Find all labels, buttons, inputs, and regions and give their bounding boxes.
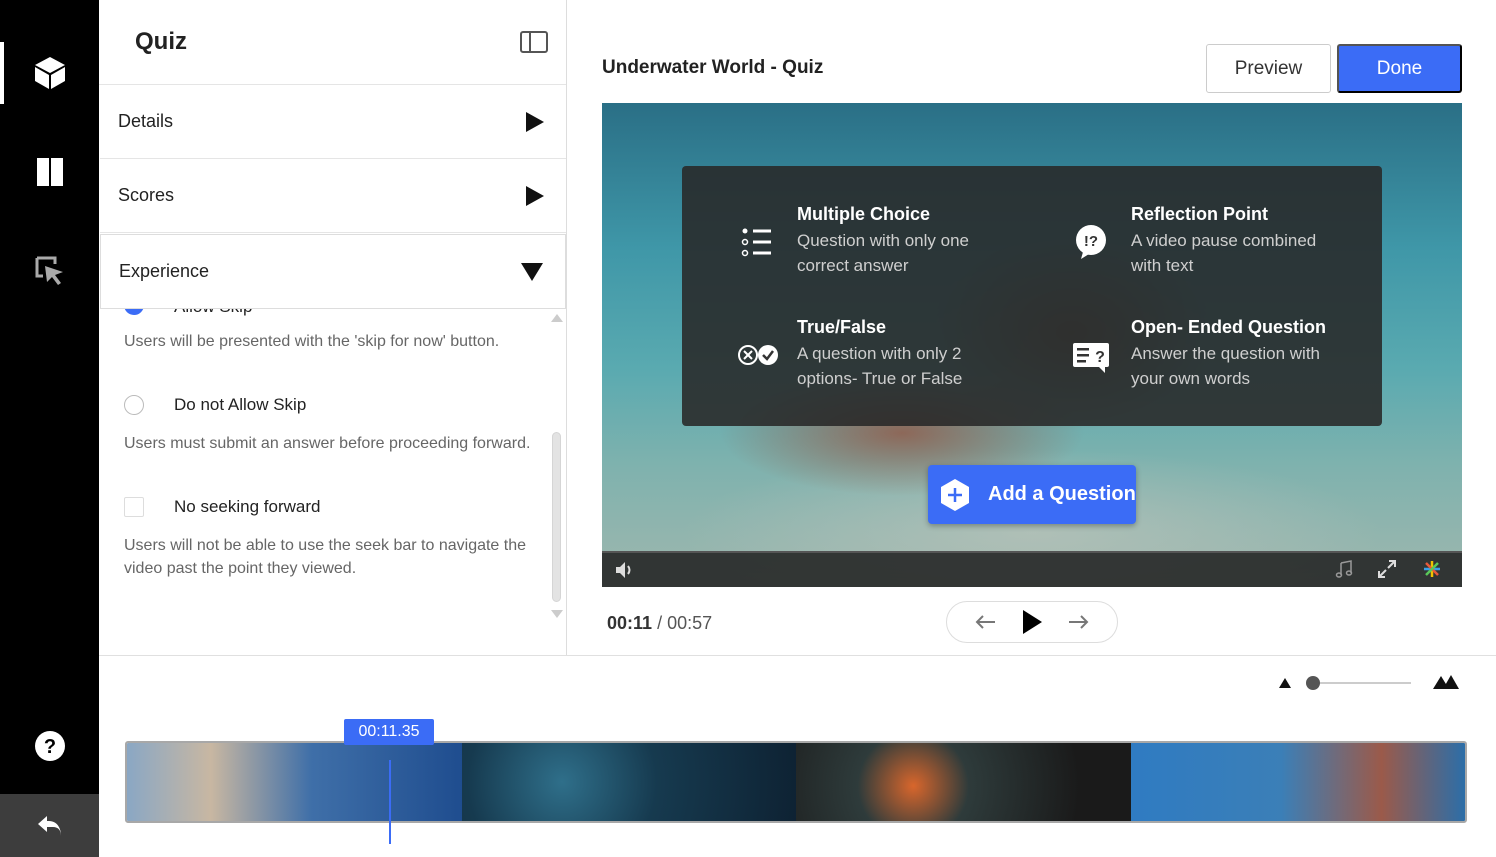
open-ended-icon: ? (1073, 343, 1109, 373)
timeline-filmstrip[interactable] (125, 741, 1467, 823)
arrow-right-icon[interactable] (1068, 614, 1090, 630)
no-seek-description: Users will not be able to use the seek b… (124, 537, 527, 577)
time-separator: / (657, 613, 663, 633)
no-skip-radio[interactable] (124, 395, 144, 415)
split-icon (36, 158, 63, 186)
brand-logo-icon (1424, 561, 1440, 577)
side-panel: Quiz Details Scores Experience Allow Ski… (99, 0, 567, 655)
reflection-icon: !? (1076, 225, 1106, 259)
question-type-description: Question with only one correct answer (797, 231, 969, 275)
allow-skip-description: Users will be presented with the 'skip f… (124, 333, 500, 350)
timeline-frame (1130, 743, 1465, 821)
question-type-menu: Multiple Choice Question with only one c… (682, 166, 1382, 426)
no-skip-description: Users must submit an answer before proce… (124, 435, 531, 452)
question-type-description: A video pause combined with text (1131, 231, 1317, 275)
volume-icon[interactable] (614, 560, 636, 580)
section-label: Experience (119, 261, 210, 281)
panel-layout-icon[interactable] (520, 31, 548, 53)
rail-interactions-button[interactable] (0, 42, 99, 104)
video-player[interactable]: Multiple Choice Question with only one c… (602, 103, 1462, 587)
allow-skip-label: Allow Skip (174, 309, 252, 317)
no-seek-option[interactable]: No seeking forward (124, 497, 320, 517)
panel-title: Quiz (135, 28, 187, 55)
current-time: 00:11 (607, 613, 653, 633)
question-type-description: A question with only 2 options- True or … (797, 344, 963, 388)
video-controls-bar (602, 551, 1462, 587)
video-progress[interactable] (602, 551, 1462, 553)
zoom-in-icon[interactable] (1432, 674, 1460, 690)
question-type-title: True/False (797, 317, 887, 337)
playhead-time-label[interactable]: 00:11.35 (344, 719, 434, 745)
done-button[interactable]: Done (1337, 44, 1462, 93)
allow-skip-radio[interactable] (124, 309, 144, 315)
project-title: Underwater World - Quiz (602, 57, 824, 78)
plus-hexagon-icon (941, 478, 969, 511)
cube-icon (34, 57, 65, 89)
playback-controls (946, 601, 1118, 643)
rail-chapters-button[interactable] (0, 141, 99, 203)
timeline-divider (99, 655, 1496, 656)
expand-arrow-icon (526, 111, 544, 132)
timeline-zoom (1278, 674, 1463, 694)
left-rail: ? (0, 0, 99, 857)
zoom-slider-knob[interactable] (1306, 676, 1320, 690)
rail-hotspots-button[interactable] (0, 240, 99, 302)
question-type-description: Answer the question with your own words (1131, 344, 1320, 388)
svg-text:?: ? (43, 736, 55, 758)
section-label: Details (118, 111, 174, 131)
add-question-label: Add a Question (988, 483, 1136, 505)
list-icon (741, 228, 771, 257)
scroll-up-arrow[interactable] (551, 314, 563, 322)
zoom-out-icon[interactable] (1278, 677, 1292, 689)
section-label: Scores (118, 185, 175, 205)
total-time: 00:57 (667, 613, 713, 633)
back-button[interactable] (0, 794, 99, 857)
fullscreen-icon[interactable] (1377, 559, 1397, 579)
experience-options: Allow Skip Users will be presented with … (100, 309, 566, 629)
question-type-title: Reflection Point (1131, 204, 1269, 224)
svg-text:!?: !? (1084, 233, 1098, 250)
add-question-button[interactable]: Add a Question (928, 465, 1136, 524)
question-type-title: Multiple Choice (797, 204, 931, 224)
help-icon: ? (34, 731, 65, 761)
time-display: 00:11 / 00:57 (607, 613, 712, 634)
section-details[interactable]: Details (100, 85, 566, 159)
timeline-frame (796, 743, 1131, 821)
collapse-arrow-icon (521, 262, 543, 281)
preview-button[interactable]: Preview (1206, 44, 1331, 93)
cursor-icon (35, 256, 63, 285)
section-scores[interactable]: Scores (100, 159, 566, 233)
music-icon[interactable] (1334, 559, 1354, 579)
help-button[interactable]: ? (0, 715, 99, 777)
timeline-frame (127, 743, 462, 821)
svg-text:?: ? (1095, 349, 1105, 366)
panel-scrollbar[interactable] (552, 432, 561, 602)
no-seek-label: No seeking forward (174, 497, 321, 516)
expand-arrow-icon (526, 185, 544, 206)
undo-icon (37, 815, 61, 836)
no-skip-label: Do not Allow Skip (174, 395, 307, 414)
timeline-frame (461, 743, 796, 821)
play-icon[interactable] (1021, 609, 1043, 635)
section-experience[interactable]: Experience (100, 234, 566, 309)
playhead-line[interactable] (389, 760, 391, 844)
question-type-title: Open- Ended Question (1131, 317, 1327, 337)
true-false-icon (738, 345, 778, 365)
zoom-slider-track[interactable] (1311, 682, 1411, 684)
scroll-down-arrow[interactable] (551, 610, 563, 618)
arrow-left-icon[interactable] (974, 614, 996, 630)
no-skip-option[interactable]: Do not Allow Skip (124, 395, 306, 415)
no-seek-checkbox[interactable] (124, 497, 144, 517)
panel-header: Quiz (99, 0, 566, 85)
